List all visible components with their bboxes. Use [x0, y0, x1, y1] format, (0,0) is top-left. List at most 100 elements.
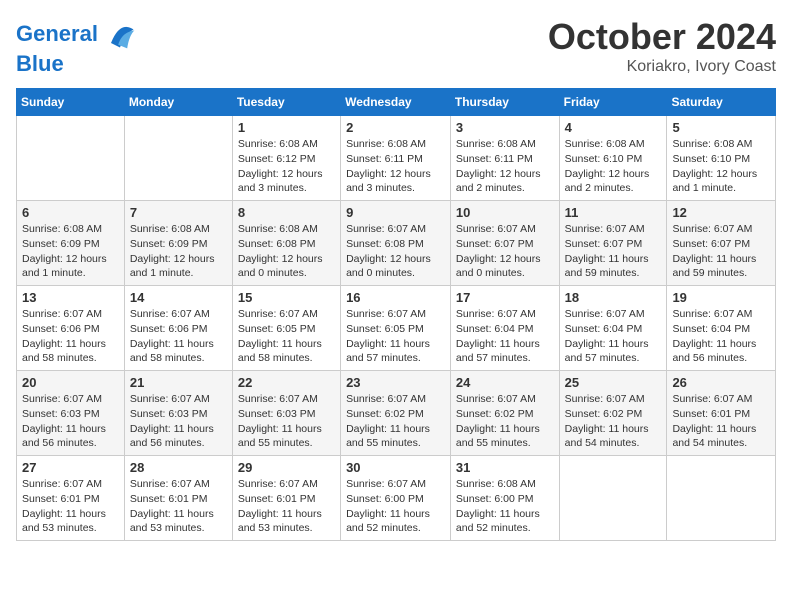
- day-number: 21: [130, 375, 227, 390]
- weekday-header-monday: Monday: [124, 89, 232, 116]
- day-number: 22: [238, 375, 335, 390]
- calendar-cell: 28 Sunrise: 6:07 AM Sunset: 6:01 PM Dayli…: [124, 456, 232, 541]
- day-number: 14: [130, 290, 227, 305]
- calendar-cell: 22 Sunrise: 6:07 AM Sunset: 6:03 PM Dayli…: [232, 371, 340, 456]
- day-number: 11: [565, 205, 662, 220]
- calendar-cell: 7Sunrise: 6:08 AM Sunset: 6:09 PM Daylig…: [124, 201, 232, 286]
- calendar-cell: 5 Sunrise: 6:08 AM Sunset: 6:10 PM Daylig…: [667, 116, 776, 201]
- weekday-header-sunday: Sunday: [17, 89, 125, 116]
- day-info: Sunrise: 6:08 AM Sunset: 6:09 PM Dayligh…: [22, 222, 119, 281]
- day-number: 26: [672, 375, 770, 390]
- calendar-cell: 26 Sunrise: 6:07 AM Sunset: 6:01 PM Dayli…: [667, 371, 776, 456]
- calendar-cell: 6 Sunrise: 6:08 AM Sunset: 6:09 PM Daylig…: [17, 201, 125, 286]
- day-info: Sunrise: 6:07 AM Sunset: 6:01 PM Dayligh…: [130, 477, 227, 536]
- title-block: October 2024 Koriakro, Ivory Coast: [548, 16, 776, 76]
- calendar-cell: 15 Sunrise: 6:07 AM Sunset: 6:05 PM Dayli…: [232, 286, 340, 371]
- day-number: 4: [565, 120, 662, 135]
- logo: General Blue: [16, 16, 138, 76]
- calendar-cell: 12Sunrise: 6:07 AM Sunset: 6:07 PM Dayli…: [667, 201, 776, 286]
- calendar-cell: 31 Sunrise: 6:08 AM Sunset: 6:00 PM Dayli…: [450, 456, 559, 541]
- day-info: Sunrise: 6:07 AM Sunset: 6:03 PM Dayligh…: [238, 392, 335, 451]
- day-info: Sunrise: 6:08 AM Sunset: 6:10 PM Dayligh…: [672, 137, 770, 196]
- calendar-cell: 23 Sunrise: 6:07 AM Sunset: 6:02 PM Dayli…: [341, 371, 451, 456]
- calendar-cell: 13 Sunrise: 6:07 AM Sunset: 6:06 PM Dayli…: [17, 286, 125, 371]
- day-info: Sunrise: 6:07 AM Sunset: 6:07 PM Dayligh…: [456, 222, 554, 281]
- day-number: 9: [346, 205, 445, 220]
- day-info: Sunrise: 6:08 AM Sunset: 6:09 PM Dayligh…: [130, 222, 227, 281]
- calendar-week-row: 1 Sunrise: 6:08 AM Sunset: 6:12 PM Daylig…: [17, 116, 776, 201]
- day-number: 13: [22, 290, 119, 305]
- calendar-table: SundayMondayTuesdayWednesdayThursdayFrid…: [16, 88, 776, 541]
- day-number: 5: [672, 120, 770, 135]
- day-info: Sunrise: 6:08 AM Sunset: 6:10 PM Dayligh…: [565, 137, 662, 196]
- calendar-cell: 25 Sunrise: 6:07 AM Sunset: 6:02 PM Dayli…: [559, 371, 667, 456]
- day-info: Sunrise: 6:07 AM Sunset: 6:06 PM Dayligh…: [130, 307, 227, 366]
- day-number: 23: [346, 375, 445, 390]
- day-info: Sunrise: 6:07 AM Sunset: 6:07 PM Dayligh…: [565, 222, 662, 281]
- calendar-cell: 27Sunrise: 6:07 AM Sunset: 6:01 PM Dayli…: [17, 456, 125, 541]
- logo-blue-text: Blue: [16, 52, 138, 76]
- day-number: 19: [672, 290, 770, 305]
- day-number: 12: [672, 205, 770, 220]
- calendar-cell: 17 Sunrise: 6:07 AM Sunset: 6:04 PM Dayli…: [450, 286, 559, 371]
- calendar-cell: 11 Sunrise: 6:07 AM Sunset: 6:07 PM Dayli…: [559, 201, 667, 286]
- calendar-week-row: 27Sunrise: 6:07 AM Sunset: 6:01 PM Dayli…: [17, 456, 776, 541]
- day-info: Sunrise: 6:07 AM Sunset: 6:02 PM Dayligh…: [346, 392, 445, 451]
- weekday-header-tuesday: Tuesday: [232, 89, 340, 116]
- calendar-cell: 10Sunrise: 6:07 AM Sunset: 6:07 PM Dayli…: [450, 201, 559, 286]
- calendar-cell: 8 Sunrise: 6:08 AM Sunset: 6:08 PM Daylig…: [232, 201, 340, 286]
- calendar-cell: 16 Sunrise: 6:07 AM Sunset: 6:05 PM Dayli…: [341, 286, 451, 371]
- calendar-cell: 3 Sunrise: 6:08 AM Sunset: 6:11 PM Daylig…: [450, 116, 559, 201]
- day-info: Sunrise: 6:07 AM Sunset: 6:04 PM Dayligh…: [456, 307, 554, 366]
- day-info: Sunrise: 6:07 AM Sunset: 6:04 PM Dayligh…: [672, 307, 770, 366]
- day-number: 15: [238, 290, 335, 305]
- calendar-week-row: 20Sunrise: 6:07 AM Sunset: 6:03 PM Dayli…: [17, 371, 776, 456]
- day-number: 16: [346, 290, 445, 305]
- calendar-cell: 19 Sunrise: 6:07 AM Sunset: 6:04 PM Dayli…: [667, 286, 776, 371]
- weekday-header-thursday: Thursday: [450, 89, 559, 116]
- calendar-cell: [124, 116, 232, 201]
- day-number: 25: [565, 375, 662, 390]
- day-info: Sunrise: 6:07 AM Sunset: 6:03 PM Dayligh…: [130, 392, 227, 451]
- page-header: General Blue October 2024 Koriakro, Ivor…: [16, 16, 776, 76]
- day-number: 29: [238, 460, 335, 475]
- logo-icon: [102, 16, 138, 52]
- day-info: Sunrise: 6:07 AM Sunset: 6:05 PM Dayligh…: [238, 307, 335, 366]
- calendar-cell: 1 Sunrise: 6:08 AM Sunset: 6:12 PM Daylig…: [232, 116, 340, 201]
- day-info: Sunrise: 6:07 AM Sunset: 6:06 PM Dayligh…: [22, 307, 119, 366]
- day-info: Sunrise: 6:07 AM Sunset: 6:01 PM Dayligh…: [238, 477, 335, 536]
- day-number: 28: [130, 460, 227, 475]
- day-info: Sunrise: 6:08 AM Sunset: 6:11 PM Dayligh…: [456, 137, 554, 196]
- calendar-cell: 29 Sunrise: 6:07 AM Sunset: 6:01 PM Dayli…: [232, 456, 340, 541]
- day-info: Sunrise: 6:07 AM Sunset: 6:03 PM Dayligh…: [22, 392, 119, 451]
- calendar-cell: [559, 456, 667, 541]
- day-info: Sunrise: 6:07 AM Sunset: 6:01 PM Dayligh…: [672, 392, 770, 451]
- day-number: 3: [456, 120, 554, 135]
- logo-text: General: [16, 22, 98, 46]
- day-info: Sunrise: 6:07 AM Sunset: 6:02 PM Dayligh…: [565, 392, 662, 451]
- day-info: Sunrise: 6:07 AM Sunset: 6:05 PM Dayligh…: [346, 307, 445, 366]
- calendar-cell: 9 Sunrise: 6:07 AM Sunset: 6:08 PM Daylig…: [341, 201, 451, 286]
- day-info: Sunrise: 6:07 AM Sunset: 6:01 PM Dayligh…: [22, 477, 119, 536]
- day-info: Sunrise: 6:07 AM Sunset: 6:02 PM Dayligh…: [456, 392, 554, 451]
- weekday-header-wednesday: Wednesday: [341, 89, 451, 116]
- day-number: 6: [22, 205, 119, 220]
- calendar-cell: 4 Sunrise: 6:08 AM Sunset: 6:10 PM Daylig…: [559, 116, 667, 201]
- day-info: Sunrise: 6:08 AM Sunset: 6:08 PM Dayligh…: [238, 222, 335, 281]
- day-number: 2: [346, 120, 445, 135]
- calendar-cell: [667, 456, 776, 541]
- day-info: Sunrise: 6:07 AM Sunset: 6:04 PM Dayligh…: [565, 307, 662, 366]
- day-number: 31: [456, 460, 554, 475]
- day-info: Sunrise: 6:08 AM Sunset: 6:11 PM Dayligh…: [346, 137, 445, 196]
- calendar-cell: 21 Sunrise: 6:07 AM Sunset: 6:03 PM Dayli…: [124, 371, 232, 456]
- day-number: 17: [456, 290, 554, 305]
- weekday-header-row: SundayMondayTuesdayWednesdayThursdayFrid…: [17, 89, 776, 116]
- calendar-cell: 2 Sunrise: 6:08 AM Sunset: 6:11 PM Daylig…: [341, 116, 451, 201]
- day-info: Sunrise: 6:08 AM Sunset: 6:12 PM Dayligh…: [238, 137, 335, 196]
- day-number: 1: [238, 120, 335, 135]
- day-info: Sunrise: 6:07 AM Sunset: 6:08 PM Dayligh…: [346, 222, 445, 281]
- weekday-header-friday: Friday: [559, 89, 667, 116]
- day-number: 8: [238, 205, 335, 220]
- day-info: Sunrise: 6:08 AM Sunset: 6:00 PM Dayligh…: [456, 477, 554, 536]
- day-number: 30: [346, 460, 445, 475]
